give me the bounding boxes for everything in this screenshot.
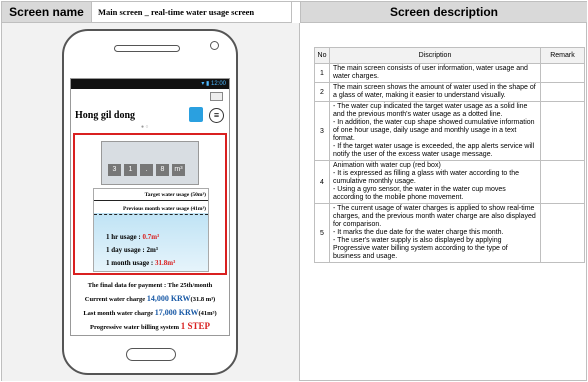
billing-step: Progressive water billing system 1 STEP [90, 321, 210, 331]
table-row: 1 The main screen consists of user infor… [314, 63, 585, 83]
page-dots-icon: ● ○ [141, 124, 149, 130]
table-row: 3 - The water cup indicated the target w… [314, 101, 585, 161]
row-no: 2 [314, 82, 330, 102]
row-no: 3 [314, 101, 330, 161]
meter-digit: 8 [156, 164, 169, 176]
hour-usage: 1 hr usage : 0.7m³ [106, 233, 160, 241]
row-remark [540, 160, 585, 204]
water-cup-panel: 3 1 . 8 m³ Target water usage (50m³) Pre… [73, 133, 227, 275]
day-usage: 1 day usage : 2m³ [106, 246, 158, 254]
status-time: 12:00 [210, 81, 226, 87]
phone-screen: ▾ ▮ 12:00 Hong gil dong ● ○ ≡ 3 1 . 8 m³ [70, 78, 230, 336]
row-no: 4 [314, 160, 330, 204]
previous-usage-label: Previous month water usage (41m³) [122, 206, 206, 212]
target-usage-label: Target water usage (50m³) [144, 192, 206, 198]
table-row: 5 - The current usage of water charges i… [314, 203, 585, 263]
row-remark [540, 82, 585, 102]
row-description: - The current usage of water charges is … [329, 203, 541, 263]
phone-frame: ▾ ▮ 12:00 Hong gil dong ● ○ ≡ 3 1 . 8 m³ [62, 29, 238, 375]
meter-digit: . [140, 164, 153, 176]
col-no: No [314, 47, 330, 64]
screen-description-label: Screen description [300, 2, 587, 23]
current-charge: Current water charge 14,000 KRW(31.8 m³) [84, 294, 216, 303]
row-description: The main screen shows the amount of wate… [329, 82, 541, 102]
user-name: Hong gil dong [75, 110, 136, 121]
mail-icon[interactable] [210, 92, 223, 101]
screen-name-label: Screen name [2, 2, 92, 23]
spec-sheet: Screen name Main screen _ real-time wate… [1, 1, 587, 381]
home-button[interactable] [126, 348, 176, 361]
description-table: No Discription Remark 1 The main screen … [314, 47, 585, 263]
meter-digit: 1 [124, 164, 137, 176]
target-line [94, 200, 208, 201]
water-cup: Target water usage (50m³) Previous month… [93, 188, 209, 272]
col-remark: Remark [540, 47, 585, 64]
row-remark [540, 203, 585, 263]
row-description: The main screen consists of user informa… [329, 63, 541, 83]
row-description: - The water cup indicated the target wat… [329, 101, 541, 161]
meter-digit: m³ [172, 164, 185, 176]
month-usage: 1 month usage : 31.8m³ [106, 259, 176, 267]
row-description: Animation with water cup (red box) - It … [329, 160, 541, 204]
meter-digit: 3 [108, 164, 121, 176]
charges-panel: The final data for payment : The 25th/mo… [71, 279, 229, 334]
table-row: 2 The main screen shows the amount of wa… [314, 82, 585, 102]
book-icon[interactable] [189, 107, 203, 122]
row-remark [540, 63, 585, 83]
screen-title: Main screen _ real-time water usage scre… [92, 2, 292, 23]
previous-month-line [94, 214, 208, 215]
payment-date: The final data for payment : The 25th/mo… [87, 282, 213, 289]
camera-icon [210, 41, 219, 50]
last-charge: Last month water charge 17,000 KRW(41m³) [83, 308, 217, 317]
row-no: 5 [314, 203, 330, 263]
row-no: 1 [314, 63, 330, 83]
speaker-icon [114, 45, 180, 52]
mockup-pane: ▾ ▮ 12:00 Hong gil dong ● ○ ≡ 3 1 . 8 m³ [2, 23, 300, 381]
status-bar: ▾ ▮ 12:00 [71, 79, 229, 89]
row-remark [540, 101, 585, 161]
menu-icon[interactable]: ≡ [209, 108, 224, 123]
water-meter: 3 1 . 8 m³ [101, 141, 199, 185]
col-description: Discription [329, 47, 541, 64]
table-row: 4 Animation with water cup (red box) - I… [314, 160, 585, 204]
